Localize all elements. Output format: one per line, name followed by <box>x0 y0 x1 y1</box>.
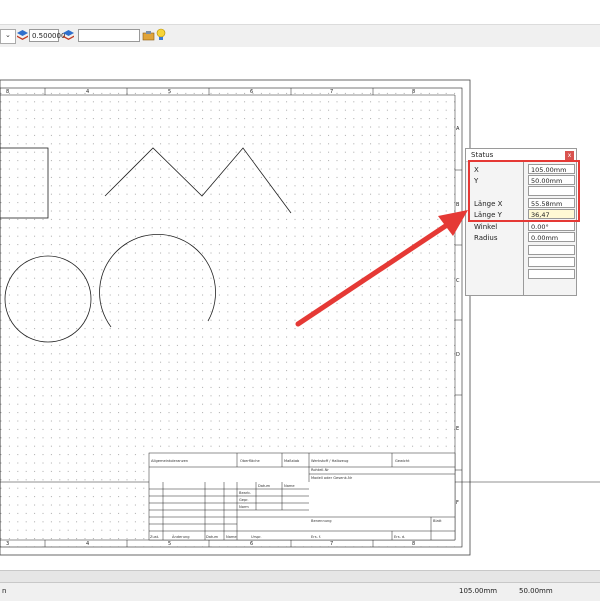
status-bar-y-coordinate: 50.00mm <box>519 587 553 595</box>
tools-icon[interactable] <box>142 29 155 42</box>
border-number: 8 <box>6 89 9 95</box>
title-block-label: Gepr. <box>239 498 249 502</box>
title-block-label: Modell oder Gesenk-Nr <box>311 476 353 480</box>
border-number: 8 <box>412 89 415 95</box>
annotation-highlight-box <box>468 160 580 222</box>
title-block-label: Werkstoff / Halbzeug <box>311 459 348 463</box>
title-block <box>148 452 456 541</box>
status-row-angle: Winkel 0.00° <box>466 221 576 232</box>
title-block-label: Änderung <box>172 534 190 539</box>
border-number: 3 <box>6 541 9 547</box>
status-bar: n 105.00mm 50.00mm <box>0 582 600 601</box>
scale-input[interactable]: 0.500000 <box>29 29 65 42</box>
border-letter: F <box>456 500 459 506</box>
layers-icon[interactable] <box>62 29 75 42</box>
border-number: 8 <box>412 541 415 547</box>
status-row-empty <box>466 257 576 268</box>
status-bar-x-coordinate: 105.00mm <box>459 587 498 595</box>
text-input[interactable] <box>78 29 140 42</box>
title-block-label: Blatt <box>433 519 442 523</box>
title-block-label: Ers. f. <box>311 535 321 539</box>
title-block-label: Oberfläche <box>240 459 261 463</box>
status-value-empty[interactable] <box>528 269 575 279</box>
border-letter: D <box>456 352 460 358</box>
border-number: 6 <box>250 89 253 95</box>
line-type-dropdown[interactable]: ⌄ <box>0 29 16 44</box>
border-number: 4 <box>86 541 89 547</box>
toolbar: ⌄ 0.500000 <box>0 25 600 48</box>
title-block-label: Ers. d. <box>394 535 405 539</box>
title-block-label: Benennung <box>311 519 332 523</box>
border-number: 7 <box>330 541 333 547</box>
layers-icon[interactable] <box>16 29 29 42</box>
close-icon[interactable]: x <box>565 151 574 160</box>
status-row-empty <box>466 245 576 256</box>
border-number: 4 <box>86 89 89 95</box>
title-block-label: Norm <box>239 505 249 509</box>
title-block-label: Bearb. <box>239 491 251 495</box>
status-bar-message: n <box>2 587 7 595</box>
title-block-label: Name <box>226 535 237 539</box>
border-number: 6 <box>250 541 253 547</box>
border-letter: E <box>456 426 459 432</box>
status-row-radius: Radius 0.00mm <box>466 232 576 243</box>
status-value-empty[interactable] <box>528 245 575 255</box>
title-block-label: Zust. <box>150 535 159 539</box>
title-block-label: Name <box>284 484 295 488</box>
title-block-label: Rohteil-Nr <box>311 468 329 472</box>
status-value-empty[interactable] <box>528 257 575 267</box>
lightbulb-icon[interactable] <box>156 28 166 42</box>
title-block-label: Allgemeintoleranzen <box>151 459 188 463</box>
status-panel-title: Status <box>471 151 494 159</box>
title-block-label: Gewicht <box>395 459 410 463</box>
chevron-down-icon: ⌄ <box>5 31 11 39</box>
status-value-angle[interactable]: 0.00° <box>528 221 575 231</box>
border-letter: A <box>456 126 460 132</box>
status-value-radius[interactable]: 0.00mm <box>528 232 575 242</box>
annotation-arrow-icon <box>295 210 468 327</box>
border-number: 7 <box>330 89 333 95</box>
status-row-empty <box>466 269 576 280</box>
title-block-label: Maßstab <box>284 459 300 463</box>
window-titlebar <box>0 0 600 25</box>
border-number: 5 <box>168 89 171 95</box>
title-block-label: Datum <box>258 484 271 488</box>
title-block-label: Datum <box>206 535 219 539</box>
border-number: 5 <box>168 541 171 547</box>
title-block-label: Urspr. <box>251 535 262 539</box>
